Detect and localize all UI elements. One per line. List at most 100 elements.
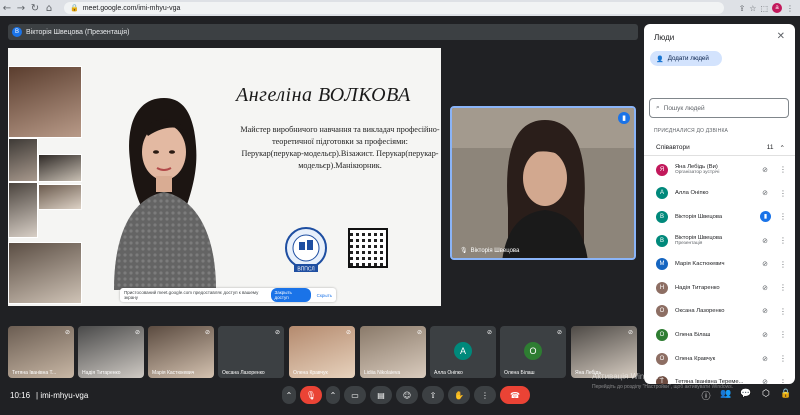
stop-sharing-button[interactable]: Закрыть доступ: [270, 288, 311, 302]
search-icon: ⌕: [656, 104, 660, 111]
home-icon[interactable]: ⌂: [42, 1, 56, 15]
raise-hand-icon[interactable]: ✋: [448, 386, 470, 404]
shared-screen: Ангеліна ВОЛКОВА Майстер виробничого нав…: [8, 48, 441, 306]
search-people-input[interactable]: ⌕ Пошук людей: [649, 98, 789, 118]
participant-name: Оксана Лазоренко: [675, 308, 725, 315]
mic-muted-icon: ⊘: [204, 329, 210, 336]
add-people-button[interactable]: 👤 Додати людей: [650, 51, 722, 66]
participant-tile[interactable]: ⊘ Яна Лебідь: [571, 326, 637, 378]
participant-avatar: В: [656, 234, 668, 247]
participant-text: Надія Титаренко: [675, 285, 720, 291]
participant-text: Олена Кравчук: [675, 356, 715, 362]
contributors-group[interactable]: Співавтори 11 ⌃: [644, 140, 795, 156]
leave-call-icon[interactable]: ☎: [500, 386, 530, 404]
audio-options-icon[interactable]: ⌃: [282, 386, 296, 404]
participant-row[interactable]: Я Яна Лебідь (Ви) Організатор зустрічі ⊘ ⋮: [644, 158, 795, 182]
participant-tile-name: Олена Білаш: [504, 370, 535, 376]
camera-icon[interactable]: ▭: [344, 386, 366, 404]
close-icon[interactable]: ✕: [777, 31, 785, 42]
participant-row[interactable]: М Марія Kaстюкевич ⊘ ⋮: [644, 252, 795, 276]
participant-avatar: О: [524, 342, 542, 360]
video-options-icon[interactable]: ⌃: [326, 386, 340, 404]
mic-muted-icon: ⊘: [762, 165, 768, 174]
more-options-icon[interactable]: ⋮: [777, 307, 789, 316]
extensions-icon[interactable]: ⬚: [760, 4, 768, 13]
meeting-code: | imi-mhyu-vga: [36, 391, 89, 400]
participant-name: Олена Білаш: [675, 331, 711, 338]
speaker-video: [452, 108, 634, 258]
participant-avatar: А: [454, 342, 472, 360]
photo-collage: [8, 66, 83, 306]
call-controls: ⌃ 🎙 ⌃ ▭ ▤ ☺ ⇧ ✋ ⋮ ☎: [282, 386, 530, 404]
participant-row[interactable]: В Вікторія Швецова ▮ ⋮: [644, 205, 795, 229]
screen-share-notice: Пристосований meet.google.com предоставл…: [120, 288, 336, 302]
participant-tile[interactable]: ⊘ Олена Кравчук: [289, 326, 355, 378]
more-options-icon[interactable]: ⋮: [777, 165, 789, 174]
bookmark-star-icon[interactable]: ☆: [749, 4, 756, 13]
participant-tile-name: Алла Онiпко: [434, 370, 463, 376]
captions-icon[interactable]: ▤: [370, 386, 392, 404]
share-notice-text: Пристосований meet.google.com предоставл…: [124, 290, 259, 300]
side-controls: ⓘ 👥 💬 ⬡ 🔒: [700, 389, 792, 402]
participant-avatar: А: [656, 187, 668, 200]
participant-tile[interactable]: ⊘ Марія Кастюкевич: [148, 326, 214, 378]
participant-row[interactable]: Т Тетяна Іванівна Тереме... ⊘ ⋮: [644, 370, 795, 384]
participant-tile-name: Марія Кастюкевич: [152, 370, 195, 376]
active-speaker-tile[interactable]: ▮ 🎙 Вікторія Швецова: [450, 106, 636, 260]
clock: 10:16: [10, 391, 31, 400]
participant-tile[interactable]: О ⊘ Олена Білаш: [500, 326, 566, 378]
info-icon[interactable]: ⓘ: [700, 389, 712, 402]
share-icon[interactable]: ⇪: [739, 4, 746, 13]
participant-list: Я Яна Лебідь (Ви) Організатор зустрічі ⊘ ⋮ А А…: [644, 158, 795, 384]
more-options-icon[interactable]: ⋮: [777, 236, 789, 245]
participant-name: Олена Кравчук: [675, 355, 716, 362]
chat-icon[interactable]: 💬: [740, 389, 752, 402]
participant-name: Вікторія Швецова: [675, 213, 723, 220]
mic-muted-icon: ⊘: [556, 329, 562, 336]
mic-off-icon[interactable]: 🎙: [300, 386, 322, 404]
participant-role: Презентація: [675, 241, 703, 247]
participant-tile[interactable]: ⊘ Оксана Лазоренко: [218, 326, 284, 378]
participant-row[interactable]: А Алла Онiпко ⊘ ⋮: [644, 182, 795, 206]
joined-section-label: ПРИЄДНАЛИСЯ ДО ДЗВІНКА: [654, 128, 729, 134]
slide-description: Майстер виробничого навчання та викладач…: [240, 125, 440, 170]
reload-icon[interactable]: ↻: [28, 1, 42, 15]
lock-icon[interactable]: 🔒: [780, 389, 792, 402]
participant-text: Марія Kaстюкевич: [675, 261, 725, 267]
more-options-icon[interactable]: ⋮: [474, 386, 496, 404]
browser-menu-icon[interactable]: ⋮: [786, 4, 794, 13]
more-options-icon[interactable]: ⋮: [777, 330, 789, 339]
forward-icon[interactable]: →: [14, 1, 28, 15]
mic-muted-icon: ⊘: [762, 307, 768, 316]
participant-tile[interactable]: ⊘ Надія Титаренко: [78, 326, 144, 378]
present-screen-icon[interactable]: ⇧: [422, 386, 444, 404]
more-options-icon[interactable]: ⋮: [777, 260, 789, 269]
participant-row[interactable]: Н Надія Титаренко ⊘ ⋮: [644, 276, 795, 300]
more-options-icon[interactable]: ⋮: [777, 378, 789, 384]
activities-icon[interactable]: ⬡: [760, 389, 772, 402]
participant-tile[interactable]: ⊘ Lidiia Nikolaieva: [360, 326, 426, 378]
participant-tile[interactable]: А ⊘ Алла Онiпко: [430, 326, 496, 378]
participant-row[interactable]: О Оксана Лазоренко ⊘ ⋮: [644, 300, 795, 324]
profile-avatar[interactable]: a: [772, 3, 782, 13]
more-options-icon[interactable]: ⋮: [777, 212, 789, 221]
group-label: Співавтори: [656, 144, 690, 151]
mic-muted-icon: ⊘: [345, 329, 351, 336]
participant-row[interactable]: В Вікторія Швецова Презентація ⊘ ⋮: [644, 229, 795, 253]
add-people-label: Додати людей: [667, 55, 709, 62]
people-icon[interactable]: 👥: [720, 389, 732, 402]
more-options-icon[interactable]: ⋮: [777, 283, 789, 292]
mic-muted-icon: ⊘: [762, 378, 768, 384]
more-options-icon[interactable]: ⋮: [777, 189, 789, 198]
participant-tile[interactable]: ⊘ Тетяна Іванівна Т...: [8, 326, 74, 378]
hide-notice-link[interactable]: Скрыть: [317, 293, 332, 298]
participant-row[interactable]: О Олена Білаш ⊘ ⋮: [644, 323, 795, 347]
participant-row[interactable]: О Олена Кравчук ⊘ ⋮: [644, 347, 795, 371]
back-icon[interactable]: ←: [0, 1, 14, 15]
more-options-icon[interactable]: ⋮: [777, 354, 789, 363]
presentation-label: В Вікторія Швецова (Презентація): [8, 24, 638, 40]
mic-muted-icon: ⊘: [416, 329, 422, 336]
participant-text: Алла Онiпко: [675, 190, 708, 196]
address-bar[interactable]: 🔒 meet.google.com/imi-mhyu-vga: [64, 2, 724, 14]
emoji-icon[interactable]: ☺: [396, 386, 418, 404]
